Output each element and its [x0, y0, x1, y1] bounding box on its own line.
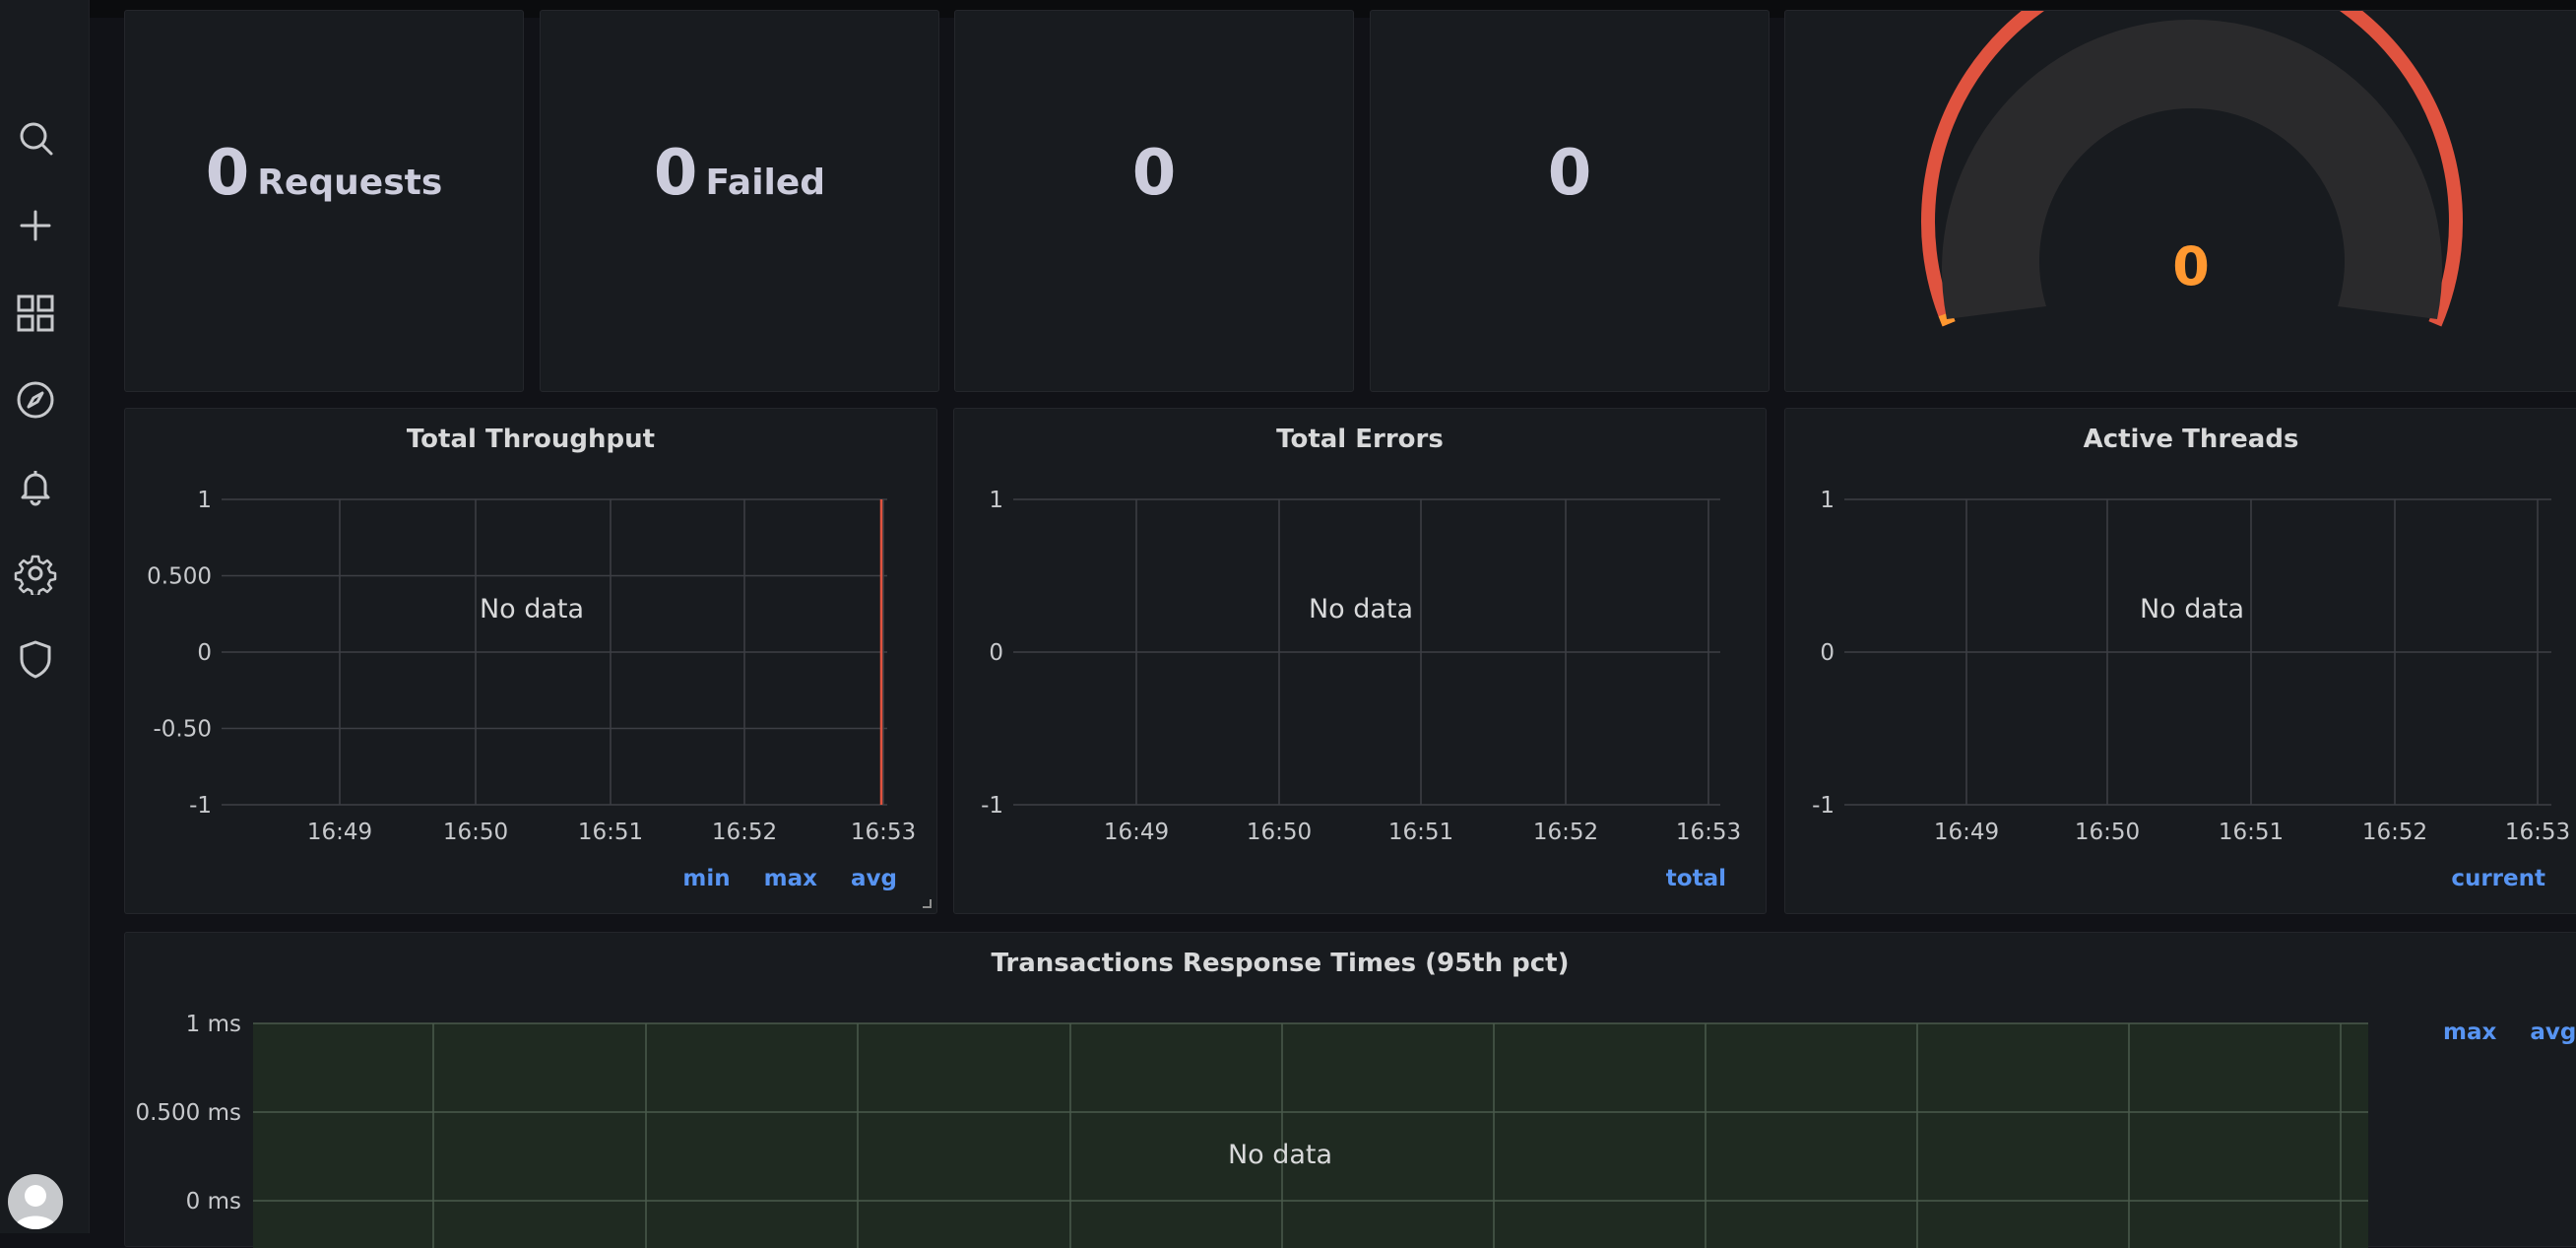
- stat-number: 0: [205, 137, 250, 210]
- gauge-value: 0: [2172, 235, 2210, 297]
- legend-min[interactable]: min: [682, 866, 730, 891]
- legend-total[interactable]: total: [1666, 866, 1726, 891]
- x-tick-label: 16:53: [1676, 820, 1741, 845]
- stat-panel-failed: 0 Failed: [540, 10, 939, 392]
- sidebar: [0, 0, 90, 1233]
- search-icon[interactable]: [14, 116, 57, 160]
- stat-number: 0: [1131, 137, 1177, 210]
- y-tick-label: 0 ms: [186, 1189, 241, 1215]
- y-tick-label: 0.500 ms: [135, 1100, 241, 1126]
- legend-avg[interactable]: avg: [851, 866, 897, 891]
- y-tick-label: 1: [197, 488, 212, 513]
- y-tick-label: -0.50: [153, 717, 212, 743]
- stat-panel-3: 0: [954, 10, 1354, 392]
- stat-number: 0: [1547, 137, 1592, 210]
- legend: current: [2425, 866, 2545, 891]
- y-tick-label: 1: [989, 488, 1003, 513]
- chart-total-throughput: 1 0.500 0 -0.50 -1 16:49 16:50 16:51 16:52 16:53 N…: [147, 488, 916, 845]
- alerting-bell-icon[interactable]: [14, 465, 57, 508]
- x-tick-label: 16:50: [1247, 820, 1312, 845]
- y-tick-label: 0.500: [147, 564, 212, 590]
- panel-total-errors: Total Errors 1 0 -1 16:49 16:50 16:51 16:52 16:…: [953, 408, 1767, 914]
- legend-max[interactable]: max: [2443, 1019, 2496, 1045]
- x-tick-label: 16:51: [2219, 820, 2284, 845]
- gauge-panel: 0: [1784, 10, 2576, 392]
- x-tick-label: 16:49: [1934, 820, 1999, 845]
- no-data-label: No data: [1228, 1140, 1332, 1170]
- chart-active-threads: 1 0 -1 16:49 16:50 16:51 16:52 16:53 No data: [1812, 488, 2570, 845]
- x-tick-label: 16:49: [1104, 820, 1169, 845]
- stat-panel-4: 0: [1370, 10, 1770, 392]
- gauge: 0: [1921, 11, 2463, 327]
- x-tick-label: 16:53: [2505, 820, 2570, 845]
- x-tick-label: 16:52: [1533, 820, 1598, 845]
- no-data-label: No data: [480, 594, 584, 624]
- explore-compass-icon[interactable]: [14, 378, 57, 422]
- plus-icon[interactable]: [14, 204, 57, 247]
- panel-active-threads: Active Threads 1 0 -1 16:49 16:50 16:51 16:52 1…: [1784, 408, 2576, 914]
- x-tick-label: 16:52: [2362, 820, 2427, 845]
- y-tick-label: 0: [197, 640, 212, 666]
- legend: max avg: [2417, 1019, 2576, 1045]
- y-tick-label: 0: [989, 640, 1003, 666]
- x-tick-label: 16:51: [1388, 820, 1453, 845]
- stat-unit: Requests: [257, 163, 443, 203]
- stat-value: 0: [1371, 137, 1769, 210]
- user-avatar-icon[interactable]: [8, 1174, 63, 1229]
- no-data-label: No data: [1309, 594, 1413, 624]
- stat-value: 0: [955, 137, 1353, 210]
- panel-total-throughput: Total Throughput 1 0.500 0 -0.50 -1 16:49 16:5…: [124, 408, 937, 914]
- x-tick-label: 16:51: [578, 820, 643, 845]
- stat-unit: Failed: [705, 163, 826, 203]
- stat-panel-requests: 0 Requests: [124, 10, 524, 392]
- x-tick-label: 16:50: [2075, 820, 2140, 845]
- x-tick-label: 16:50: [443, 820, 508, 845]
- legend-max[interactable]: max: [764, 866, 817, 891]
- stat-number: 0: [653, 137, 698, 210]
- y-tick-label: -1: [189, 793, 212, 819]
- x-tick-label: 16:52: [712, 820, 777, 845]
- legend: min max avg: [657, 866, 897, 891]
- stat-value: 0 Requests: [125, 137, 523, 210]
- legend: total: [1641, 866, 1726, 891]
- y-tick-label: -1: [1812, 793, 1835, 819]
- legend-current[interactable]: current: [2451, 866, 2545, 891]
- chart-response-times: 1 ms 0.500 ms 0 ms No data: [135, 1012, 2368, 1248]
- plot-area: [253, 1023, 2368, 1248]
- stat-value: 0 Failed: [541, 137, 938, 210]
- y-tick-label: -1: [981, 793, 1003, 819]
- resize-handle-icon[interactable]: [921, 897, 933, 909]
- panel-response-times: Transactions Response Times (95th pct) 1…: [124, 932, 2576, 1248]
- dashboards-icon[interactable]: [14, 292, 57, 335]
- chart-total-errors: 1 0 -1 16:49 16:50 16:51 16:52 16:53 No data: [981, 488, 1741, 845]
- configuration-gear-icon[interactable]: [14, 552, 57, 595]
- y-tick-label: 1 ms: [186, 1012, 241, 1037]
- x-tick-label: 16:49: [307, 820, 372, 845]
- no-data-label: No data: [2140, 594, 2244, 624]
- legend-avg[interactable]: avg: [2530, 1019, 2576, 1045]
- x-tick-label: 16:53: [851, 820, 916, 845]
- y-tick-label: 0: [1820, 640, 1835, 666]
- y-tick-label: 1: [1820, 488, 1835, 513]
- server-admin-shield-icon[interactable]: [14, 637, 57, 681]
